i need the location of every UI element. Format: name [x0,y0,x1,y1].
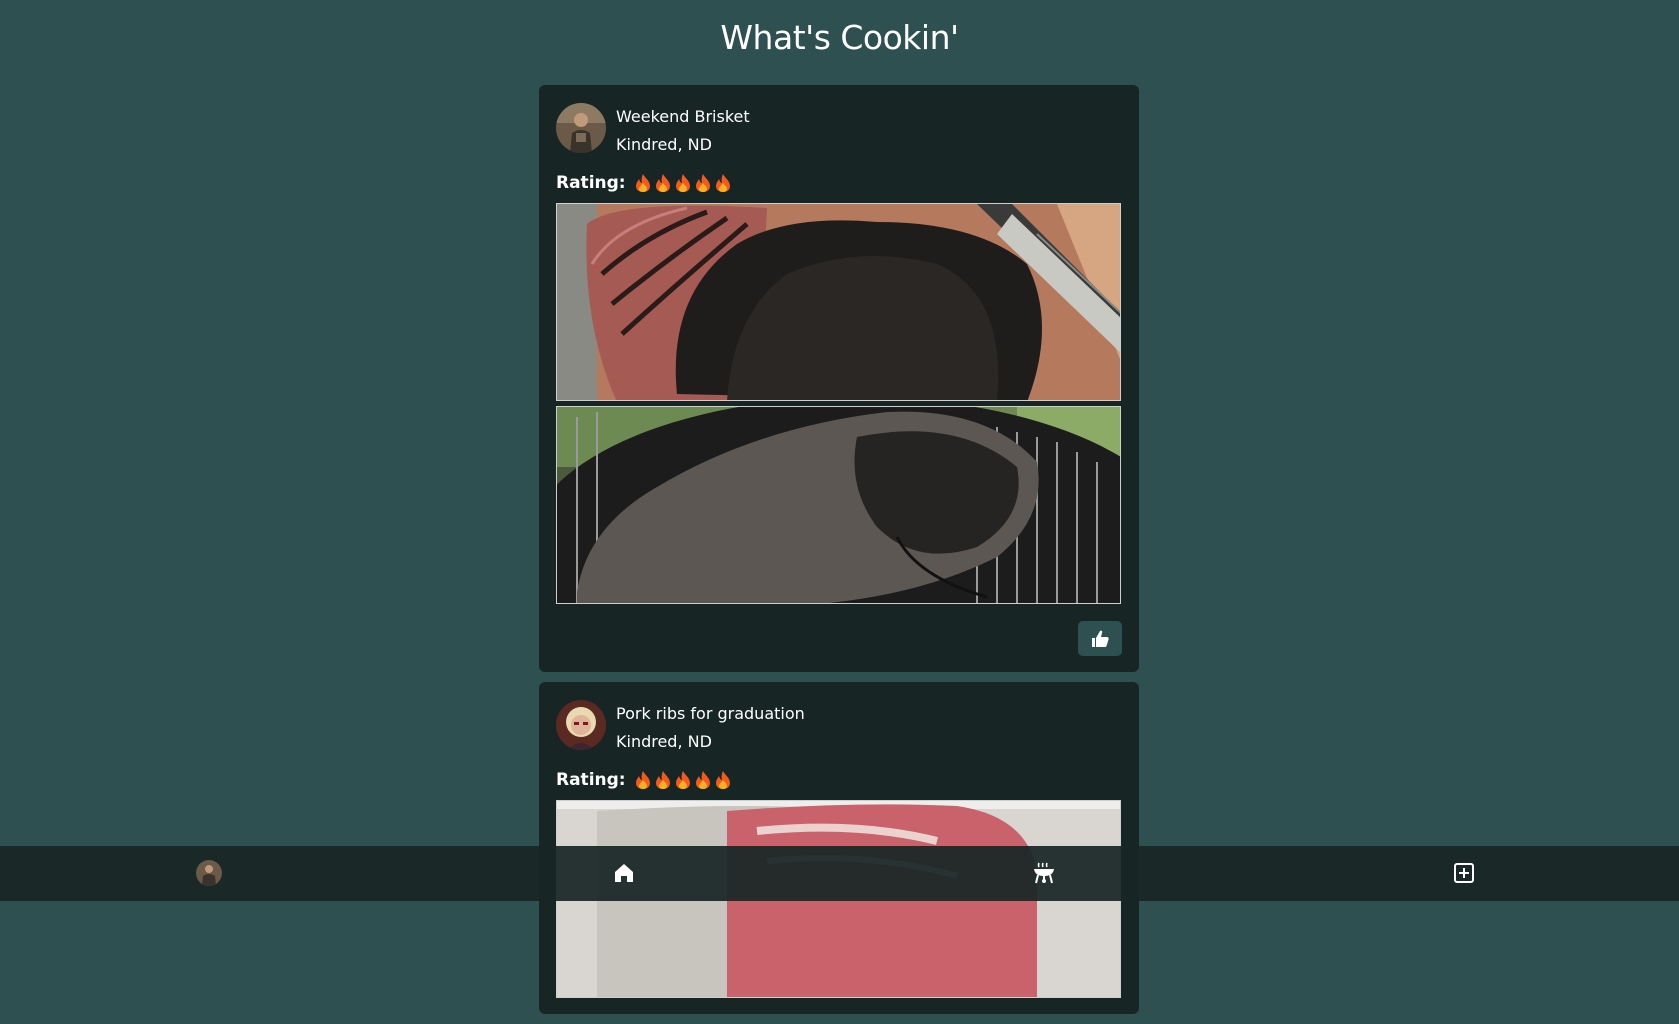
like-button[interactable] [1078,621,1122,656]
fire-icon [715,771,730,789]
rating-flames [634,770,732,790]
fire-icon [655,174,670,192]
add-post-icon [1454,863,1474,883]
home-icon [615,864,633,882]
fire-icon [675,174,690,192]
nav-home[interactable] [607,856,641,890]
rating-label: Rating: [556,173,626,193]
fire-icon [635,771,650,789]
fire-icon [695,771,710,789]
nav-profile[interactable] [192,856,226,890]
post-title: Weekend Brisket [616,107,750,126]
post-title: Pork ribs for graduation [616,704,805,723]
post-location: Kindred, ND [616,732,712,751]
user-avatar[interactable] [556,700,606,750]
page-title: What's Cookin' [720,18,959,57]
profile-avatar [196,860,222,886]
sliced-brisket-photo [556,203,1121,401]
rating: Rating: [556,173,1122,193]
post-meta: Pork ribs for graduation Kindred, ND [616,700,805,756]
fire-icon [695,174,710,192]
fire-icon [655,771,670,789]
post-meta: Weekend Brisket Kindred, ND [616,103,750,159]
post-footer [556,621,1122,656]
thumbs-up-icon [1092,630,1109,647]
user-avatar[interactable] [556,103,606,153]
post-header: Pork ribs for graduation Kindred, ND [556,700,1122,756]
brisket-on-grill-photo [556,406,1121,604]
post-location: Kindred, ND [616,135,712,154]
bottom-nav [0,846,1679,901]
nav-add-post[interactable] [1447,856,1481,890]
post-header: Weekend Brisket Kindred, ND [556,103,1122,159]
fire-icon [635,174,650,192]
rating-flames [634,173,732,193]
post-card: Weekend Brisket Kindred, ND Rating: [539,85,1139,672]
grill-icon [1034,862,1054,884]
rating: Rating: [556,770,1122,790]
rating-label: Rating: [556,770,626,790]
fire-icon [675,771,690,789]
fire-icon [715,174,730,192]
nav-grill[interactable] [1027,856,1061,890]
